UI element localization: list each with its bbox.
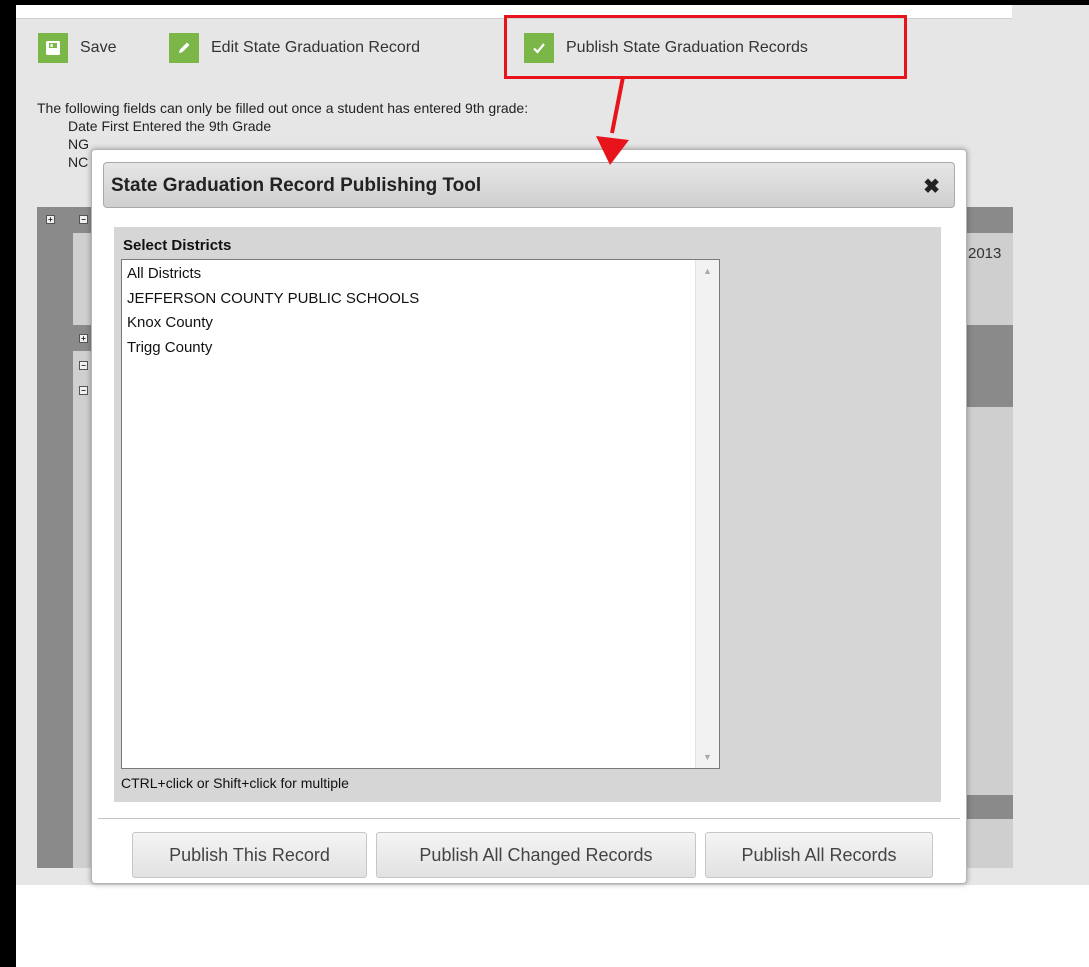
district-option[interactable]: JEFFERSON COUNTY PUBLIC SCHOOLS bbox=[122, 287, 719, 312]
dialog-title: State Graduation Record Publishing Tool bbox=[111, 175, 482, 196]
expand-icon[interactable]: + bbox=[79, 334, 88, 343]
notice-item: Date First Entered the 9th Grade bbox=[68, 118, 272, 134]
app-frame: Save Edit State Graduation Record Publis… bbox=[16, 5, 1089, 967]
publish-this-record-button[interactable]: Publish This Record bbox=[132, 832, 367, 878]
district-option[interactable]: All Districts bbox=[122, 262, 719, 287]
notice-intro: The following fields can only be filled … bbox=[37, 100, 529, 116]
grid-footer-row bbox=[966, 795, 1013, 819]
list-scrollbar[interactable]: ▲ ▼ bbox=[695, 260, 719, 768]
district-option[interactable]: Knox County bbox=[122, 311, 719, 336]
publishing-tool-dialog: State Graduation Record Publishing Tool … bbox=[91, 149, 967, 884]
district-option[interactable]: Trigg County bbox=[122, 336, 719, 361]
district-panel: Select Districts All Districts JEFFERSON… bbox=[114, 227, 941, 802]
expand-icon[interactable]: + bbox=[46, 215, 55, 224]
collapse-icon[interactable]: − bbox=[79, 215, 88, 224]
dialog-divider bbox=[98, 818, 960, 819]
save-label: Save bbox=[80, 39, 117, 56]
collapse-icon[interactable]: − bbox=[79, 361, 88, 370]
close-icon[interactable]: ✖ bbox=[923, 174, 940, 199]
dialog-header: State Graduation Record Publishing Tool … bbox=[103, 162, 955, 208]
publish-all-records-button[interactable]: Publish All Records bbox=[705, 832, 933, 878]
save-icon bbox=[38, 33, 68, 63]
grid-left-column bbox=[37, 207, 73, 868]
select-districts-label: Select Districts bbox=[123, 237, 232, 254]
district-select-list[interactable]: All Districts JEFFERSON COUNTY PUBLIC SC… bbox=[121, 259, 720, 769]
collapse-icon[interactable]: − bbox=[79, 386, 88, 395]
grid-section-block bbox=[966, 351, 1013, 407]
scroll-down-icon[interactable]: ▼ bbox=[703, 752, 712, 762]
edit-state-graduation-record-button[interactable]: Edit State Graduation Record bbox=[169, 33, 420, 63]
edit-label: Edit State Graduation Record bbox=[211, 39, 421, 56]
publish-all-changed-records-button[interactable]: Publish All Changed Records bbox=[376, 832, 696, 878]
year-text: 2013 bbox=[968, 245, 1002, 262]
save-button[interactable]: Save bbox=[38, 33, 116, 63]
multi-select-hint: CTRL+click or Shift+click for multiple bbox=[121, 775, 349, 791]
scroll-up-icon[interactable]: ▲ bbox=[703, 266, 712, 276]
highlight-box bbox=[504, 15, 907, 79]
pencil-icon bbox=[169, 33, 199, 63]
